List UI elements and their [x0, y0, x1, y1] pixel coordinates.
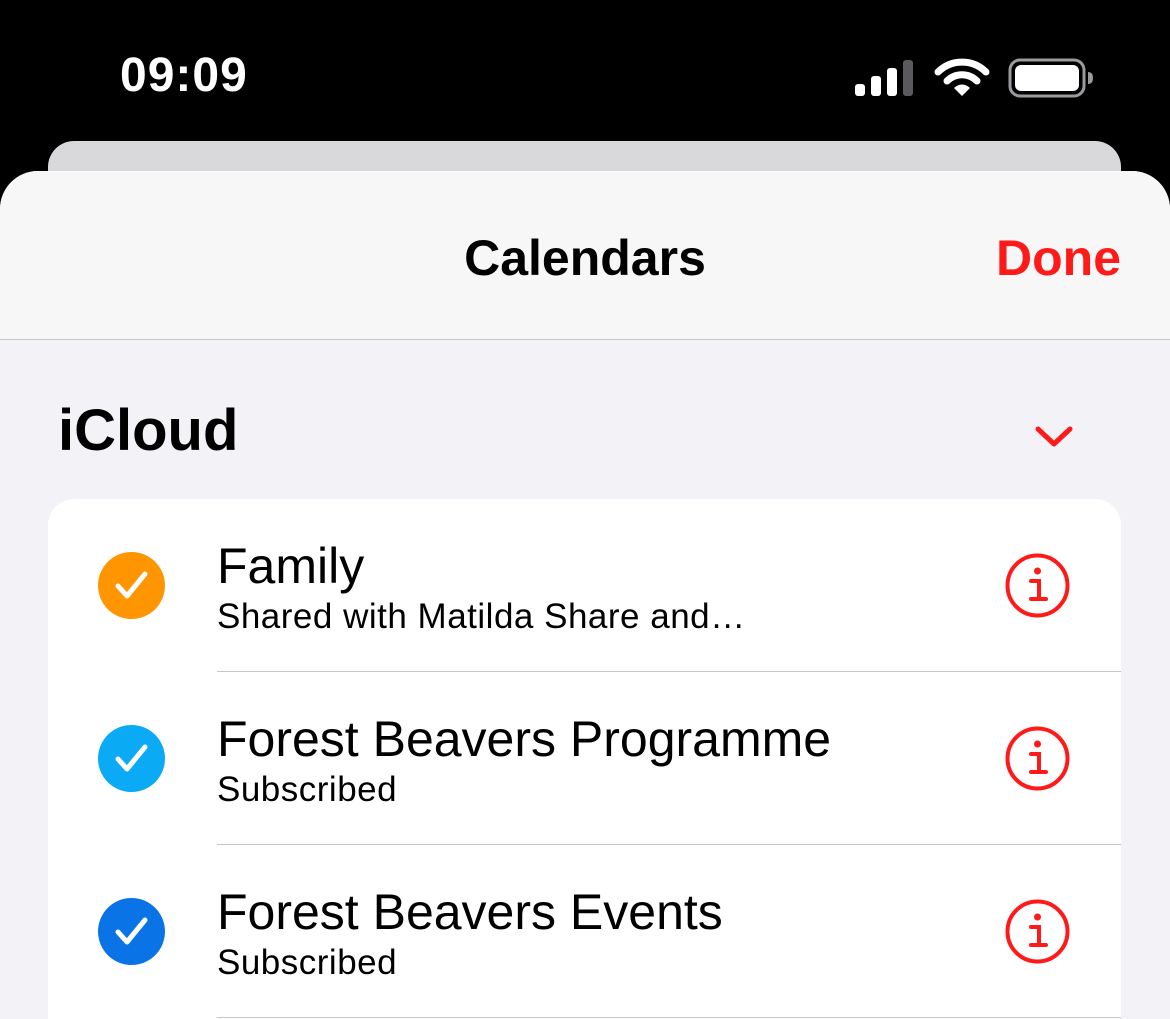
calendar-list: Family Shared with Matilda Share and… Fo… — [48, 499, 1121, 1019]
calendar-row-forest-beavers-programme[interactable]: Forest Beavers Programme Subscribed — [48, 672, 1121, 845]
calendar-name: Family — [217, 538, 365, 594]
info-icon[interactable] — [1004, 725, 1071, 792]
info-icon[interactable] — [1004, 898, 1071, 965]
info-icon[interactable] — [1004, 552, 1071, 619]
checkmark-icon — [115, 917, 148, 945]
status-bar: 09:09 — [0, 0, 1170, 150]
calendar-checkbox[interactable] — [98, 552, 165, 619]
row-separator — [217, 1017, 1121, 1018]
calendar-checkbox[interactable] — [98, 725, 165, 792]
chevron-down-icon[interactable] — [1034, 425, 1074, 449]
section-header-icloud: iCloud — [58, 398, 239, 463]
checkmark-icon — [115, 744, 148, 772]
status-time: 09:09 — [120, 49, 248, 102]
calendar-checkbox[interactable] — [98, 898, 165, 965]
calendar-name: Forest Beavers Events — [217, 884, 723, 940]
battery-icon — [1008, 58, 1093, 98]
page-title: Calendars — [464, 230, 706, 286]
calendar-subtitle: Shared with Matilda Share and… — [217, 597, 746, 636]
calendar-subtitle: Subscribed — [217, 943, 398, 982]
calendar-row-family[interactable]: Family Shared with Matilda Share and… — [48, 499, 1121, 672]
done-button[interactable]: Done — [996, 229, 1121, 287]
cellular-signal-icon — [855, 60, 913, 96]
calendar-name: Forest Beavers Programme — [217, 711, 832, 767]
wifi-icon — [934, 58, 990, 96]
checkmark-icon — [115, 571, 148, 599]
calendars-sheet: Calendars Done iCloud Family Shared with… — [0, 171, 1170, 1019]
calendar-subtitle: Subscribed — [217, 770, 398, 809]
navigation-bar: Calendars Done — [0, 171, 1170, 340]
calendar-row-forest-beavers-events[interactable]: Forest Beavers Events Subscribed — [48, 845, 1121, 1018]
